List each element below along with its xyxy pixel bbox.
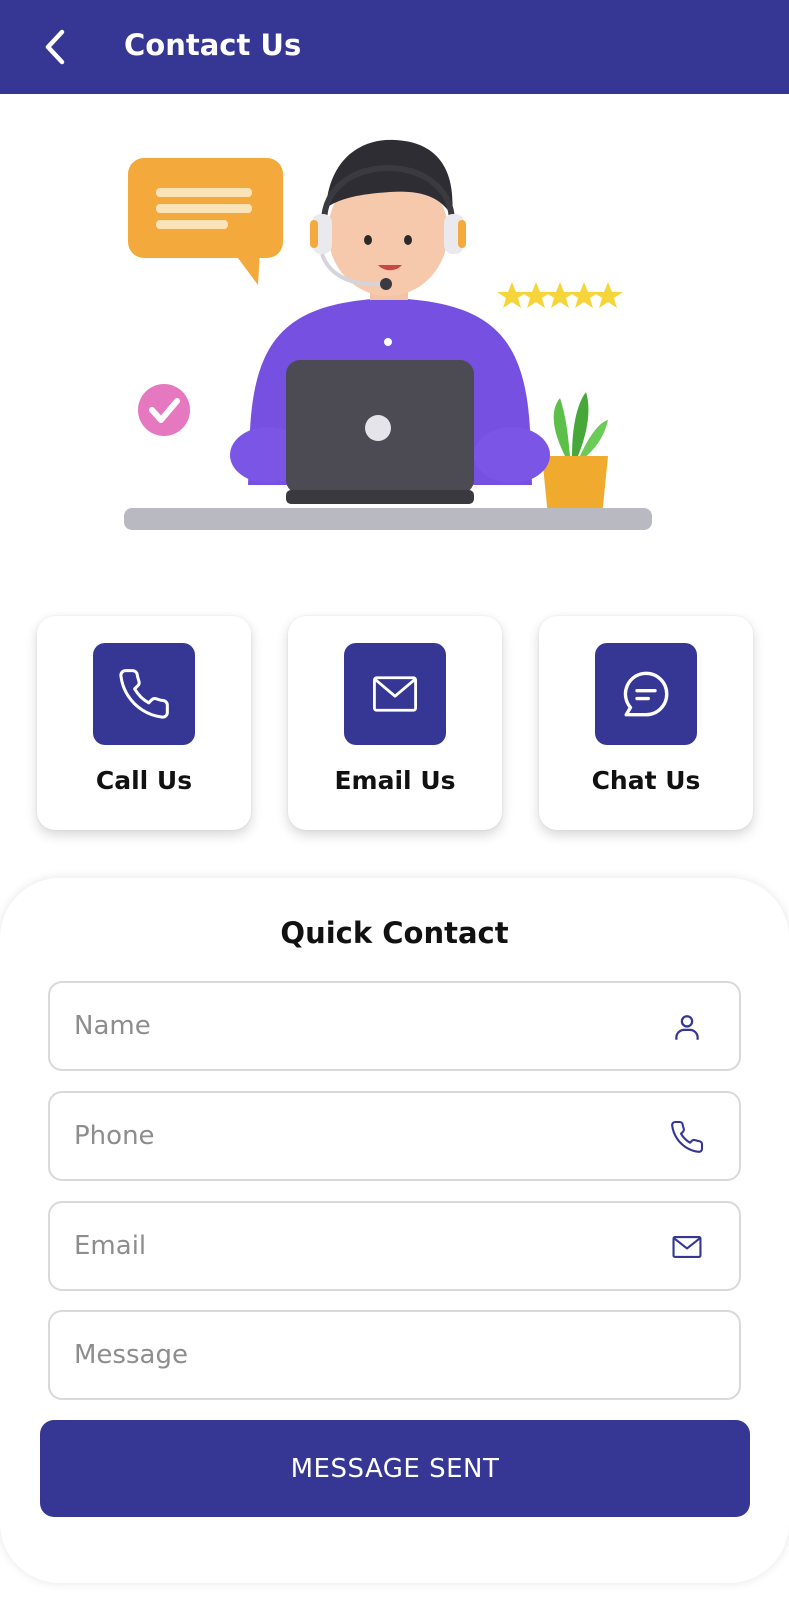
phone-field[interactable]: Phone — [48, 1091, 741, 1181]
name-placeholder: Name — [74, 1011, 151, 1041]
chat-us-label: Chat Us — [591, 766, 701, 795]
email-us-label: Email Us — [334, 766, 456, 795]
speech-bubble-icon — [128, 158, 283, 285]
submit-button[interactable]: MESSAGE SENT — [40, 1420, 750, 1517]
message-field[interactable]: Message — [48, 1310, 741, 1400]
phone-icon — [669, 1119, 705, 1155]
contact-us-screen: Contact Us Call Us Email Us Chat Us Quic… — [0, 0, 789, 1600]
mail-icon — [669, 1229, 705, 1265]
email-us-card[interactable]: Email Us — [288, 616, 502, 830]
phone-placeholder: Phone — [74, 1121, 155, 1151]
name-field[interactable]: Name — [48, 981, 741, 1071]
user-icon — [669, 1009, 705, 1045]
call-us-label: Call Us — [95, 766, 193, 795]
call-us-card[interactable]: Call Us — [37, 616, 251, 830]
chat-icon — [623, 671, 669, 717]
quick-contact-title: Quick Contact — [280, 916, 509, 950]
mail-icon — [373, 676, 417, 712]
phone-icon — [119, 669, 169, 719]
app-header: Contact Us — [0, 0, 789, 94]
chat-us-card[interactable]: Chat Us — [539, 616, 753, 830]
quick-contact-form: Quick Contact Name Phone Email Message M… — [0, 878, 789, 1583]
back-button[interactable] — [30, 22, 80, 72]
email-icon-box — [344, 643, 446, 745]
rating-stars-icon — [497, 282, 623, 308]
email-placeholder: Email — [74, 1231, 147, 1261]
email-field[interactable]: Email — [48, 1201, 741, 1291]
message-placeholder: Message — [74, 1340, 188, 1370]
call-icon-box — [93, 643, 195, 745]
plant-icon — [542, 392, 608, 516]
page-title: Contact Us — [124, 28, 302, 62]
support-agent-illustration — [120, 130, 680, 550]
chat-icon-box — [595, 643, 697, 745]
check-badge-icon — [138, 384, 190, 436]
contact-options: Call Us Email Us Chat Us — [37, 616, 753, 830]
chevron-left-icon — [45, 29, 65, 65]
